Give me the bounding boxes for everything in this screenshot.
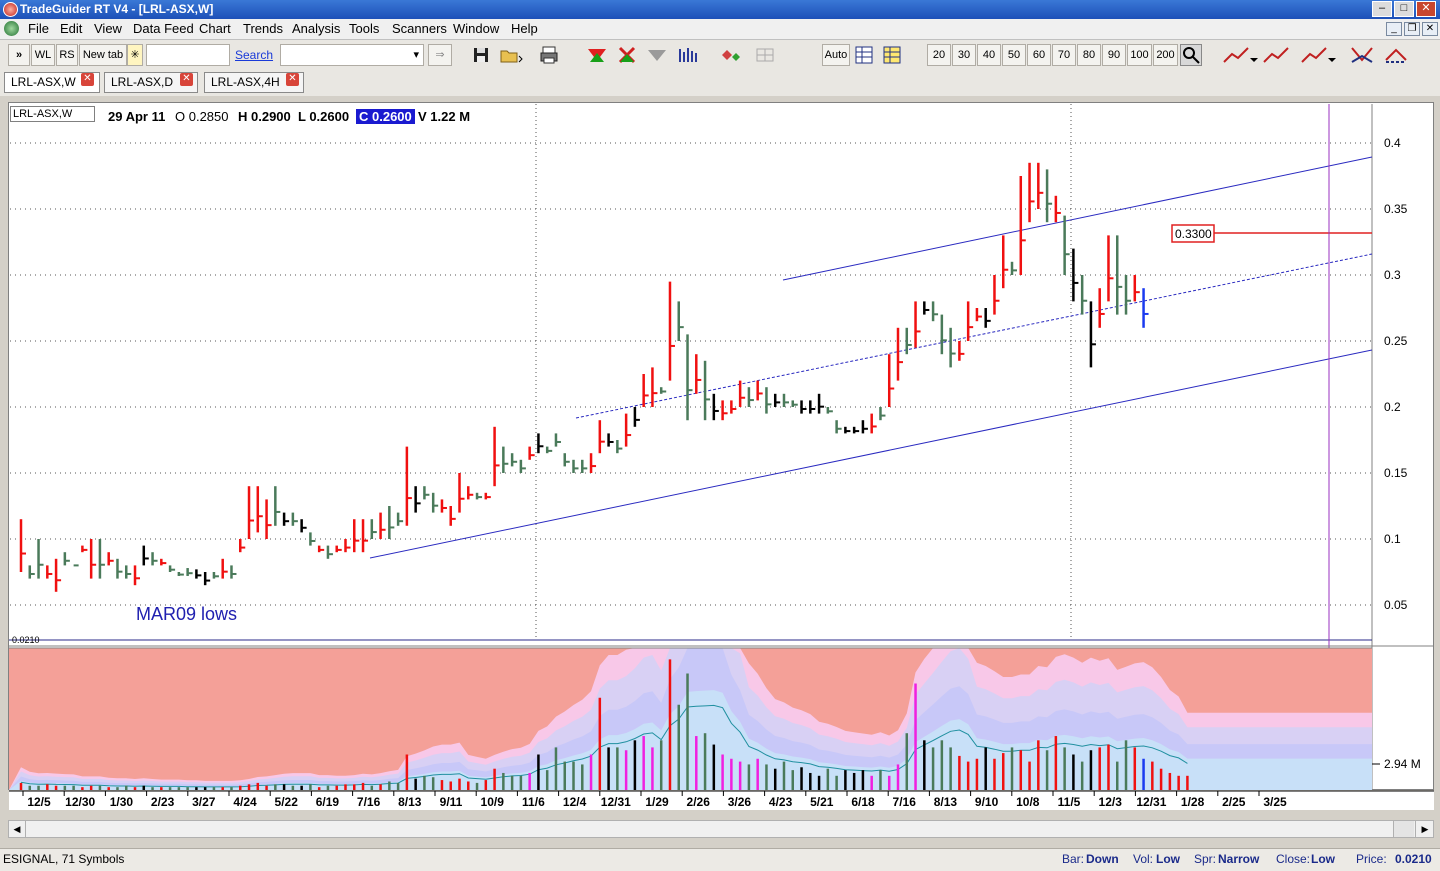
x-tick-label: 1/29 [645,795,669,809]
price-volume-chart[interactable]: 0.4 0.35 0.3 0.25 0.2 0.15 0.1 0.05 0.0210 0.3300… [0,0,1440,870]
annotation-mar09-lows: MAR09 lows [136,604,237,624]
price-tag-label: 0.3300 [1175,227,1212,241]
x-tick-label: 3/25 [1263,795,1287,809]
x-tick-label: 7/16 [357,795,381,809]
y-tick-label: 0.35 [1384,202,1408,216]
x-tick-label: 3/26 [728,795,752,809]
y-tick-label: 0.3 [1384,268,1401,282]
feed-status: ESIGNAL, 71 Symbols [3,852,125,866]
x-tick-label: 7/16 [893,795,917,809]
vol-value: Low [1156,852,1180,866]
x-tick-label: 10/9 [481,795,505,809]
close-value: C 0.2600 [356,109,415,124]
x-tick-label: 8/13 [398,795,422,809]
y-tick-label: 0.15 [1384,466,1408,480]
bar-label: Bar: [1062,852,1085,866]
y-tick-label: 0.25 [1384,334,1408,348]
chart-symbol-box: LRL-ASX,W [10,106,95,122]
x-tick-label: 3/27 [192,795,216,809]
y-tick-label: 0.4 [1384,136,1401,150]
x-tick-label: 9/10 [975,795,999,809]
y-tick-label: 0.2 [1384,400,1401,414]
y-tick-label: 0.05 [1384,598,1408,612]
open-value: O 0.2850 [175,109,229,124]
x-tick-label: 1/30 [110,795,134,809]
horizontal-scrollbar[interactable]: ◀ ▶ [8,820,1434,838]
x-tick-label: 11/6 [522,795,545,809]
x-tick-label: 12/4 [563,795,587,809]
lower-channel-line [369,349,1373,559]
x-tick-label: 9/11 [440,795,463,809]
x-axis-band [9,791,1434,810]
price-label: Price: [1356,852,1387,866]
x-tick-label: 4/24 [233,795,257,809]
x-tick-label: 12/3 [1099,795,1123,809]
volume-value: V 1.22 M [418,109,471,124]
x-tick-label: 2/23 [151,795,175,809]
x-tick-label: 12/30 [65,795,95,809]
close-label: Close: [1276,852,1311,866]
low-value: L 0.2600 [298,109,350,124]
x-tick-label: 8/13 [934,795,958,809]
x-tick-label: 10/8 [1016,795,1040,809]
x-tick-label: 2/26 [687,795,711,809]
scroll-right-icon[interactable]: ▶ [1415,821,1434,837]
scroll-thumb[interactable] [1393,821,1414,837]
close-status-value: Low [1311,852,1335,866]
scroll-left-icon[interactable]: ◀ [9,821,26,837]
vol-label: Vol: [1133,852,1154,866]
x-tick-label: 12/31 [1136,795,1166,809]
x-tick-label: 12/31 [601,795,631,809]
x-tick-label: 5/22 [275,795,299,809]
x-tick-label: 11/5 [1058,795,1081,809]
x-tick-label: 5/21 [810,795,834,809]
x-tick-label: 2/25 [1222,795,1246,809]
x-tick-label: 4/23 [769,795,793,809]
volume-axis-label: 2.94 M [1384,757,1421,771]
low-axis-label: 0.0210 [12,635,40,645]
spr-value: Narrow [1218,852,1260,866]
x-tick-label: 6/18 [851,795,875,809]
x-tick-label: 1/28 [1181,795,1205,809]
price-value: 0.0210 [1395,852,1432,866]
bar-value: Down [1086,852,1119,866]
status-bar: ESIGNAL, 71 Symbols Bar: Down Vol: Low S… [0,848,1440,871]
bar-date: 29 Apr 11 [108,109,166,124]
x-tick-label: 12/5 [27,795,51,809]
upper-channel-line [782,156,1373,281]
spr-label: Spr: [1194,852,1217,866]
y-tick-label: 0.1 [1384,532,1401,546]
x-tick-label: 6/19 [316,795,340,809]
high-value: H 0.2900 [238,109,291,124]
